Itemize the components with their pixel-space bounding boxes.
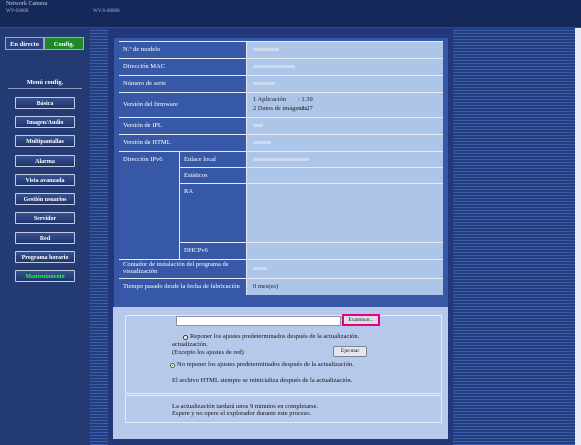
browse-button[interactable]: Examinar... (342, 314, 380, 326)
ipv6-values (246, 152, 443, 259)
firmware-file-input[interactable] (176, 316, 341, 326)
menu-title: Menú config. (26, 79, 64, 86)
firmware-app-value: : 1.39 (298, 96, 313, 103)
menu-item-gestion-usuarios[interactable]: Gestión usuarios (15, 193, 75, 205)
menu-item-vista-avanzada[interactable]: Vista avanzada (15, 174, 75, 186)
tab-live[interactable]: En directo (5, 37, 44, 50)
firmware-img-value: : 2.27 (298, 105, 313, 112)
menu-item-alarma[interactable]: Alarma (15, 155, 75, 167)
dhcpv6-label: DHCPv6 (184, 247, 208, 254)
radio-reset-label-cont: actualización. (172, 341, 208, 348)
radio-keep-label: No reponer los ajustes predeterminados d… (177, 361, 354, 368)
main-content: N.º de modelo Dirección MAC Número de se… (108, 28, 453, 445)
row-viewer-counter: Contador de instalación del programa de … (119, 259, 443, 278)
elapsed-value: 0 mes(es) (253, 283, 279, 290)
firmware-label: Versión del firmware (123, 101, 178, 108)
html-reset-note: El archivo HTML siempre se reinicializa … (172, 377, 353, 384)
ipl-label: Versión de IPL (123, 122, 162, 129)
divider (247, 183, 443, 184)
divider (247, 242, 443, 243)
row-elapsed: Tiempo pasado desde la fecha de fabricac… (119, 278, 443, 295)
ra-label: RA (184, 188, 194, 195)
menu-item-programa-horario[interactable]: Programa horario (15, 251, 75, 263)
model-value (246, 42, 443, 58)
serial-label: Número de serie (123, 80, 166, 87)
divider (180, 183, 247, 184)
link-local-label: Enlace local (184, 156, 216, 163)
row-mac: Dirección MAC (119, 58, 443, 75)
menu-item-servidor[interactable]: Servidor (15, 212, 75, 224)
execute-button[interactable]: Ejecutar (333, 346, 367, 357)
decorative-stripe-right (453, 28, 575, 445)
time-note-1: La actualización tardará unos 9 minutos … (172, 403, 319, 410)
ipl-value (246, 118, 443, 134)
row-ipl: Versión de IPL (119, 117, 443, 134)
mac-label: Dirección MAC (123, 63, 166, 70)
row-ipv6: Dirección IPv6 Enlace local Estáticos RA… (119, 151, 443, 259)
ipv6-label: Dirección IPv6 (123, 156, 163, 163)
radio-reset-label: Reponer los ajustes predeterminados desp… (190, 333, 360, 340)
html-value (246, 135, 443, 151)
menu-item-red[interactable]: Red (15, 232, 75, 244)
radio-keep-settings[interactable] (170, 363, 175, 368)
row-html: Versión de HTML (119, 134, 443, 151)
static-label: Estáticos (184, 172, 208, 179)
info-panel: N.º de modelo Dirección MAC Número de se… (114, 38, 448, 310)
divider (247, 167, 443, 168)
firmware-value: 1 Aplicación : 1.39 2 Datos de imágenes … (246, 93, 443, 117)
elapsed-value-cell: 0 mes(es) (246, 279, 443, 295)
model-label: N.º de modelo (123, 46, 161, 53)
firmware-app-label: 1 Aplicación (253, 96, 287, 103)
decorative-stripe-left (90, 28, 108, 445)
divider (180, 167, 247, 168)
menu-item-imagen-audio[interactable]: Imagen/Audio (15, 116, 75, 128)
mac-value (246, 59, 443, 75)
divider (180, 242, 247, 243)
menu-item-basica[interactable]: Básica (15, 97, 75, 109)
top-bar: Network Camera WV-S6000 WV-S-00000 (0, 0, 581, 28)
ipv6-sublabels: Enlace local Estáticos RA DHCPv6 (179, 152, 247, 259)
tab-config[interactable]: Config. (44, 37, 84, 50)
time-note-2: Espere y no opere el explorador durante … (172, 410, 312, 417)
radio-reset-note: (Excepto los ajustes de red) (172, 349, 244, 356)
row-serial: Número de serie (119, 75, 443, 92)
row-model: N.º de modelo (119, 41, 443, 58)
radio-reset-defaults[interactable] (183, 335, 188, 340)
camera-title: Network Camera (6, 1, 48, 7)
elapsed-label: Tiempo pasado desde la fecha de fabricac… (123, 283, 240, 290)
row-firmware: Versión del firmware 1 Aplicación : 1.39… (119, 92, 443, 117)
serial-value (246, 76, 443, 92)
menu-item-multipantallas[interactable]: Multipantallas (15, 135, 75, 147)
scrollbar[interactable] (575, 28, 581, 445)
html-label: Versión de HTML (123, 139, 171, 146)
viewer-counter-value (246, 260, 443, 278)
menu-divider (8, 88, 82, 89)
camera-ip: WV-S-00000 (93, 9, 120, 14)
menu-item-mantenimiento[interactable]: Mantenimiento (15, 270, 75, 282)
viewer-counter-label: Contador de instalación del programa de … (123, 261, 229, 275)
update-panel (113, 307, 448, 439)
camera-model: WV-S6000 (6, 9, 29, 14)
